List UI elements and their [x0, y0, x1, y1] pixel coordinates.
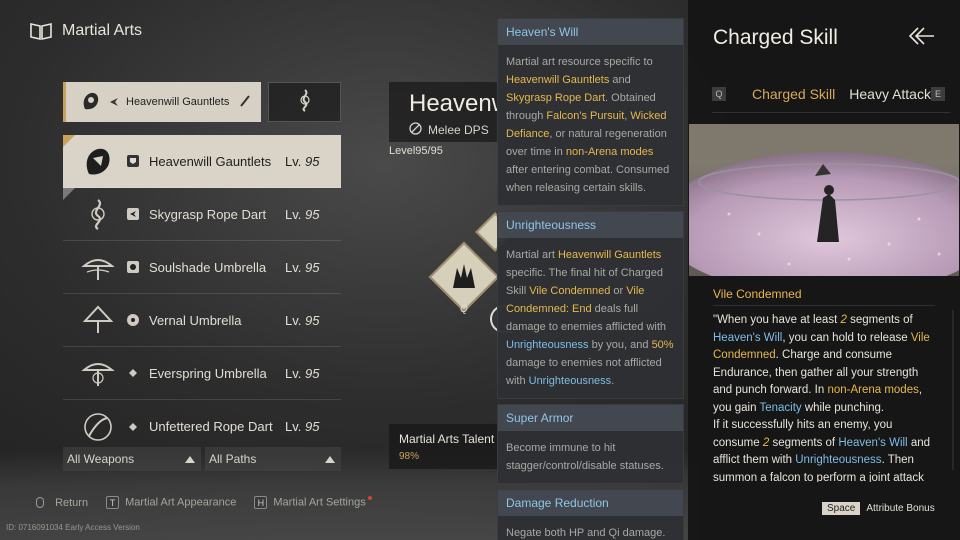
tooltip-title: Damage Reduction	[498, 490, 683, 516]
weapon-tab-secondary[interactable]	[268, 82, 341, 122]
talent-label: Martial Arts Talent	[399, 432, 495, 446]
equipped-mark-icon	[63, 188, 75, 200]
description-scrollbar[interactable]	[952, 310, 954, 470]
weapons-filter-label: All Weapons	[67, 452, 135, 466]
umbrella-icon	[79, 354, 117, 392]
book-icon	[30, 22, 52, 40]
martial-arts-talent-card[interactable]: Martial Arts Talent 98%	[389, 424, 499, 469]
weapon-item-heavenwill-gauntlets[interactable]: Heavenwill Gauntlets Lv. 95	[63, 135, 341, 188]
weapon-item-soulshade-umbrella[interactable]: Soulshade Umbrella Lv. 95	[63, 241, 341, 294]
weapon-list: Heavenwill Gauntlets Lv. 95 Skygrasp Rop…	[63, 135, 341, 453]
key-e: E	[930, 87, 945, 101]
weapon-name: Heavenwill Gauntlets	[149, 153, 272, 169]
key-t: T	[106, 496, 120, 509]
weapon-title-card: Heavenwill Gauntlets Melee DPS	[389, 82, 497, 142]
skill-description: "When you have at least 2 segments of He…	[713, 314, 931, 482]
weapon-item-unfettered-rope-dart[interactable]: Unfettered Rope Dart Lv. 95	[63, 400, 341, 453]
tooltip-body: Martial art resource specific to Heavenw…	[506, 56, 670, 194]
weapon-level: Lv. 95	[285, 312, 320, 328]
weapon-name: Everspring Umbrella	[149, 365, 267, 381]
weapon-tab-label: Heavenwill Gauntlets	[126, 96, 230, 108]
weapon-item-skygrasp-rope-dart[interactable]: Skygrasp Rope Dart Lv. 95	[63, 188, 341, 241]
rope-dart-icon	[79, 195, 117, 233]
weapon-level: Lv. 95	[285, 419, 320, 434]
mouse-icon	[36, 497, 44, 509]
key-q: Q	[712, 87, 726, 101]
weapon-item-everspring-umbrella[interactable]: Everspring Umbrella Lv. 95	[63, 347, 341, 400]
shield-type-icon	[108, 96, 120, 108]
skill-detail-panel: Charged Skill Q Charged Skill Heavy Atta…	[688, 0, 960, 540]
weapon-tab-heavenwill[interactable]: Heavenwill Gauntlets	[63, 82, 261, 122]
weapon-title: Heavenwill Gauntlets	[409, 90, 497, 117]
weapon-name: Soulshade Umbrella	[149, 259, 267, 275]
tooltip-heavens-will: Heaven's Will Martial art resource speci…	[497, 18, 684, 206]
tooltip-super-armor: Super Armor Become immune to hit stagger…	[497, 404, 684, 484]
caret-up-icon	[185, 455, 195, 463]
skill-preview-image	[689, 124, 959, 276]
tooltip-title: Super Armor	[498, 405, 683, 431]
paths-filter-dropdown[interactable]: All Paths	[205, 447, 341, 471]
tooltip-title: Unrighteousness	[498, 212, 683, 238]
talent-progress: 98%	[399, 451, 420, 462]
settings-hint[interactable]: H Martial Art Settings	[254, 496, 372, 509]
skill-name: Vile Condemned	[713, 287, 802, 301]
tooltip-body: Martial art Heavenwill Gauntlets specifi…	[506, 249, 674, 387]
notification-dot-icon	[367, 496, 372, 500]
weapon-type-icon	[127, 367, 139, 379]
paths-filter-label: All Paths	[209, 452, 257, 466]
tooltip-body: Negate both HP and Qi damage.	[506, 527, 666, 539]
weapon-level: Lv. 95	[285, 206, 320, 222]
key-h: H	[254, 496, 268, 509]
tooltip-title: Heaven's Will	[498, 19, 683, 45]
weapon-name: Skygrasp Rope Dart	[149, 206, 267, 222]
weapon-type-icon	[127, 314, 139, 326]
tab-heavy-attack[interactable]: Heavy Attack	[849, 86, 931, 102]
weapons-filter-dropdown[interactable]: All Weapons	[63, 447, 201, 471]
tooltip-body: Become immune to hit stagger/control/dis…	[506, 442, 664, 472]
umbrella-icon	[79, 301, 117, 339]
weapon-level: Lv. 95	[285, 153, 320, 169]
swirl-icon	[294, 88, 316, 117]
skill-tabs: Q Charged Skill Heavy Attack E	[712, 86, 950, 102]
tab-charged-skill[interactable]: Charged Skill	[752, 86, 835, 102]
back-arrow-icon[interactable]	[908, 26, 936, 52]
panel-title: Charged Skill	[713, 26, 838, 49]
key-space: Space	[822, 502, 861, 515]
weapon-level: Lv. 95	[285, 259, 320, 275]
weapon-role: Melee DPS	[409, 122, 497, 138]
tabs-divider	[712, 112, 950, 113]
brush-icon	[239, 94, 251, 110]
caret-up-icon	[325, 455, 335, 463]
weapon-type-icon	[127, 261, 139, 273]
fist-skill-icon	[443, 256, 485, 298]
weapon-level-line: Level95/95	[389, 145, 443, 157]
gauntlet-icon	[79, 142, 117, 180]
tooltip-unrighteousness: Unrighteousness Martial art Heavenwill G…	[497, 211, 684, 399]
weapon-level: Lv. 95	[285, 365, 320, 381]
skill-name-divider	[713, 305, 935, 306]
weapon-type-icon	[127, 421, 139, 433]
fist-icon	[80, 89, 102, 116]
appearance-hint[interactable]: T Martial Art Appearance	[106, 496, 236, 509]
page-title: Martial Arts	[62, 22, 143, 39]
skill-key-label: Q	[460, 304, 468, 315]
weapon-type-icon	[127, 155, 139, 167]
build-version: ID: 0716091034 Early Access Version	[6, 523, 140, 532]
weapon-name: Vernal Umbrella	[149, 312, 242, 328]
no-circle-icon	[409, 122, 422, 138]
return-hint[interactable]: Return	[36, 497, 88, 509]
page-header: Martial Arts	[30, 22, 142, 40]
umbrella-icon	[79, 248, 117, 286]
tooltip-damage-reduction: Damage Reduction Negate both HP and Qi d…	[497, 489, 684, 540]
weapon-type-icon	[127, 208, 139, 220]
weapon-name: Unfettered Rope Dart	[149, 419, 273, 434]
keyword-tooltips: Heaven's Will Martial art resource speci…	[497, 18, 684, 540]
rope-dart-icon	[79, 408, 117, 446]
attribute-bonus-hint[interactable]: Space Attribute Bonus	[822, 502, 935, 515]
control-hints: Return T Martial Art Appearance H Martial …	[36, 496, 372, 509]
equipped-mark-icon	[63, 135, 75, 147]
weapon-item-vernal-umbrella[interactable]: Vernal Umbrella Lv. 95	[63, 294, 341, 347]
